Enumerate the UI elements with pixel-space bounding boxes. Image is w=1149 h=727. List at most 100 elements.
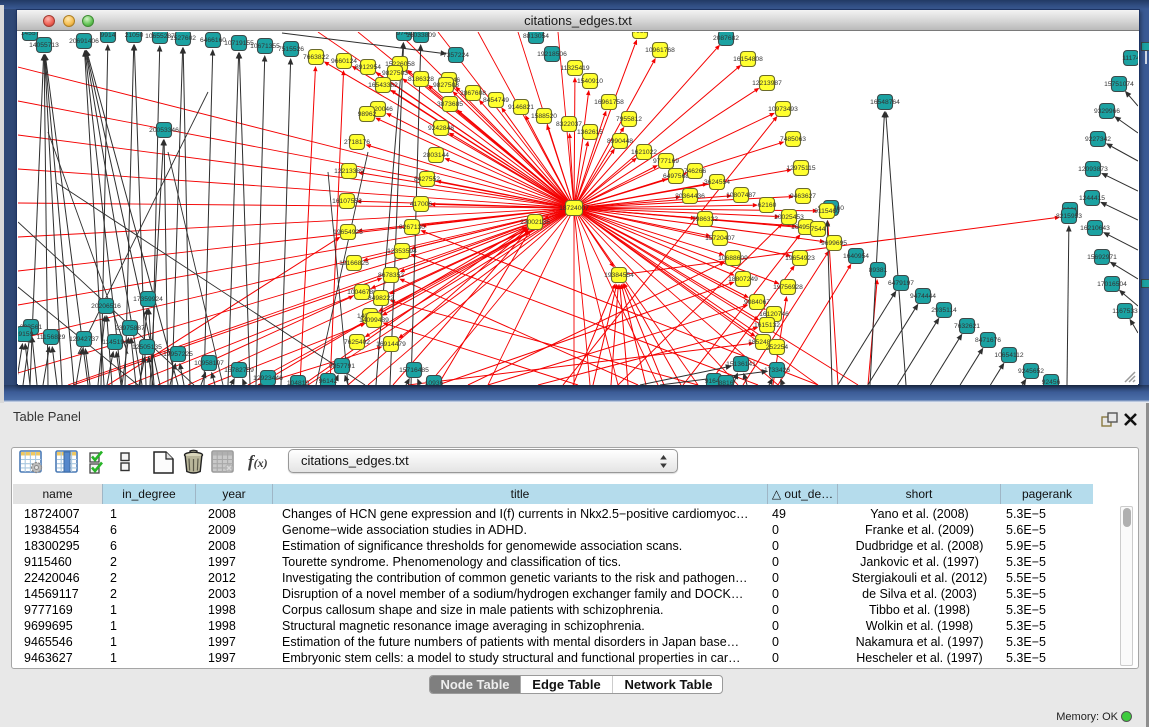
- svg-text:10958107: 10958107: [194, 360, 224, 367]
- svg-text:15720407: 15720407: [705, 235, 735, 242]
- svg-text:16782759: 16782759: [224, 367, 254, 374]
- svg-text:8427552: 8427552: [414, 176, 440, 183]
- svg-text:8990448: 8990448: [607, 138, 633, 145]
- svg-text:17359924: 17359924: [133, 296, 163, 303]
- svg-text:10973493: 10973493: [768, 106, 798, 113]
- svg-text:7625402: 7625402: [344, 339, 370, 346]
- svg-text:8471676: 8471676: [975, 337, 1001, 344]
- svg-text:6466160: 6466160: [200, 37, 226, 44]
- svg-text:9857791: 9857791: [329, 363, 355, 370]
- svg-text:1167533: 1167533: [1112, 308, 1138, 315]
- svg-text:39159: 39159: [18, 331, 34, 338]
- svg-text:10654112: 10654112: [994, 352, 1024, 359]
- svg-text:14099489: 14099489: [359, 317, 389, 324]
- svg-text:19384554: 19384554: [604, 272, 634, 279]
- svg-text:2867608: 2867608: [460, 90, 486, 97]
- svg-text:15751074: 15751074: [1104, 81, 1134, 88]
- svg-text:9827508: 9827508: [433, 82, 459, 89]
- svg-text:1527602: 1527602: [170, 35, 196, 42]
- svg-text:9115460: 9115460: [814, 208, 840, 215]
- svg-text:7357224: 7357224: [443, 52, 469, 59]
- svg-text:19756928: 19756928: [773, 284, 803, 291]
- svg-text:16154808: 16154808: [733, 56, 763, 63]
- svg-text:1615132: 1615132: [754, 322, 780, 329]
- svg-text:9474444: 9474444: [910, 293, 936, 300]
- svg-text:9227342: 9227342: [1085, 136, 1111, 143]
- svg-text:417006: 417006: [410, 201, 433, 208]
- svg-text:10936: 10936: [425, 380, 444, 385]
- svg-text:12093873: 12093873: [1078, 166, 1108, 173]
- svg-text:1640954: 1640954: [843, 253, 869, 260]
- svg-text:9242848: 9242848: [428, 125, 454, 132]
- svg-text:12213987: 12213987: [752, 80, 782, 87]
- svg-text:11174: 11174: [1122, 55, 1138, 62]
- svg-text:19166825: 19166825: [339, 260, 369, 267]
- svg-text:8816: 8816: [719, 380, 734, 385]
- svg-text:12923446: 12923446: [253, 375, 283, 382]
- svg-text:10671355: 10671355: [250, 43, 280, 50]
- svg-text:12213389: 12213389: [334, 168, 364, 175]
- svg-text:6479197: 6479197: [888, 280, 914, 287]
- svg-text:10688609: 10688609: [718, 255, 748, 262]
- svg-text:19218506: 19218506: [537, 51, 567, 58]
- svg-text:9777169: 9777169: [653, 158, 679, 165]
- svg-text:16961758: 16961758: [594, 99, 624, 106]
- svg-text:11325419: 11325419: [560, 65, 590, 72]
- svg-text:20053346: 20053346: [149, 127, 179, 134]
- svg-text:12505135: 12505135: [132, 344, 162, 351]
- svg-text:1362615: 1362615: [577, 129, 603, 136]
- svg-text:252254: 252254: [766, 344, 789, 351]
- svg-text:20691406: 20691406: [69, 38, 99, 45]
- svg-text:10807487: 10807487: [726, 192, 756, 199]
- svg-text:23002135: 23002135: [520, 219, 550, 226]
- svg-text:16543382: 16543382: [368, 82, 398, 89]
- svg-text:3498222: 3498222: [368, 295, 394, 302]
- svg-text:8678352: 8678352: [378, 272, 404, 279]
- svg-text:8322037: 8322037: [556, 121, 582, 128]
- svg-text:7663822: 7663822: [303, 54, 329, 61]
- svg-text:8454749: 8454749: [483, 97, 509, 104]
- svg-text:21050: 21050: [125, 32, 144, 39]
- svg-text:9914: 9914: [101, 32, 116, 39]
- svg-text:18724007: 18724007: [559, 205, 589, 212]
- svg-text:1588520: 1588520: [531, 113, 557, 120]
- svg-text:12942737: 12942737: [69, 336, 99, 343]
- svg-text:746266: 746266: [684, 168, 707, 175]
- svg-text:7515526: 7515526: [278, 46, 304, 53]
- svg-text:2803144: 2803144: [423, 152, 449, 159]
- svg-text:7632621: 7632621: [954, 323, 980, 330]
- svg-text:20364436: 20364436: [675, 193, 705, 200]
- svg-text:2935114: 2935114: [931, 307, 957, 314]
- svg-text:96142: 96142: [319, 378, 338, 385]
- svg-text:89381: 89381: [869, 267, 888, 274]
- svg-text:1244415: 1244415: [1079, 195, 1105, 202]
- svg-text:8215953: 8215953: [1056, 213, 1082, 220]
- svg-text:8267130: 8267130: [399, 224, 425, 231]
- svg-text:11156829: 11156829: [37, 334, 66, 341]
- svg-text:9827503: 9827503: [382, 70, 408, 77]
- svg-text:7955812: 7955812: [616, 116, 642, 123]
- svg-text:12975115: 12975115: [786, 165, 816, 172]
- svg-text:19654923: 19654923: [785, 255, 815, 262]
- svg-text:16548764: 16548764: [870, 99, 900, 106]
- svg-text:7485063: 7485063: [780, 136, 806, 143]
- svg-text:18807249: 18807249: [728, 276, 758, 283]
- svg-text:8186328: 8186328: [408, 76, 434, 83]
- svg-text:12353594: 12353594: [387, 248, 417, 255]
- svg-text:20206516: 20206516: [91, 303, 121, 310]
- svg-text:3624554: 3624554: [704, 179, 730, 186]
- svg-text:8813054: 8813054: [523, 33, 549, 40]
- svg-text:17016504: 17016504: [1097, 281, 1127, 288]
- svg-text:98962: 98962: [358, 111, 377, 118]
- svg-text:9245652: 9245652: [1018, 368, 1044, 375]
- svg-text:17957225: 17957225: [163, 351, 193, 358]
- svg-text:104819: 104819: [287, 380, 310, 385]
- svg-text:9146821: 9146821: [508, 104, 534, 111]
- svg-text:8912954: 8912954: [355, 64, 381, 71]
- svg-text:62160: 62160: [758, 202, 777, 209]
- svg-text:16914479: 16914479: [376, 341, 406, 348]
- svg-text:1145194: 1145194: [102, 339, 128, 346]
- svg-text:23975887: 23975887: [115, 325, 145, 332]
- svg-text:3873685: 3873685: [437, 101, 463, 108]
- svg-text:19654925: 19654925: [333, 229, 363, 236]
